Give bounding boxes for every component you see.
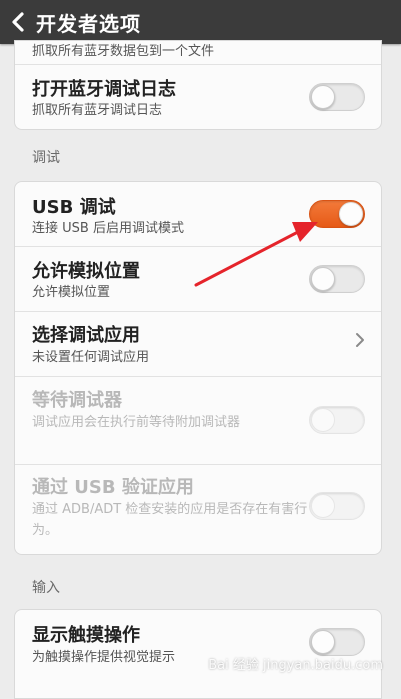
row-bt-packets-sub: 抓取所有蓝牙数据包到一个文件 (32, 44, 215, 59)
action-bar: 开发者选项 (0, 0, 401, 44)
page-title: 开发者选项 (36, 11, 141, 36)
back-arrow-icon (12, 12, 24, 32)
verify-usb-toggle[interactable] (309, 492, 365, 520)
toggle-knob (339, 202, 363, 226)
bt-log-toggle[interactable] (309, 83, 365, 111)
bluetooth-card: 抓取所有蓝牙数据包到一个文件 打开蓝牙调试日志 抓取所有蓝牙调试日志 (14, 40, 382, 130)
show-touches-title: 显示触摸操作 (32, 625, 140, 646)
mock-location-sub: 允许模拟位置 (32, 285, 111, 300)
row-select-debug-app[interactable]: 选择调试应用 未设置任何调试应用 (15, 312, 381, 377)
verify-usb-sub: 通过 ADB/ADT 检查安装的应用是否存在有害行为。 (32, 502, 308, 538)
row-verify-usb[interactable]: 通过 USB 验证应用 通过 ADB/ADT 检查安装的应用是否存在有害行为。 (15, 465, 381, 554)
usb-debug-title: USB 调试 (32, 197, 116, 218)
row-bt-packets[interactable]: 抓取所有蓝牙数据包到一个文件 (15, 41, 381, 65)
row-wait-debugger[interactable]: 等待调试器 调试应用会在执行前等待附加调试器 (15, 377, 381, 465)
mock-location-title: 允许模拟位置 (32, 261, 140, 282)
usb-debug-sub: 连接 USB 后启用调试模式 (32, 221, 184, 236)
row-usb-debug[interactable]: USB 调试 连接 USB 后启用调试模式 (15, 182, 381, 247)
bt-log-title: 打开蓝牙调试日志 (32, 79, 176, 100)
verify-usb-title: 通过 USB 验证应用 (32, 477, 194, 498)
select-debug-app-title: 选择调试应用 (32, 325, 140, 346)
wait-debugger-toggle[interactable] (309, 406, 365, 434)
toggle-knob (311, 494, 335, 518)
mock-location-toggle[interactable] (309, 265, 365, 293)
wait-debugger-title: 等待调试器 (32, 390, 122, 411)
section-label-input: 输入 (32, 580, 60, 596)
usb-debug-toggle[interactable] (309, 200, 365, 228)
debug-card: USB 调试 连接 USB 后启用调试模式 允许模拟位置 允许模拟位置 选择调试… (14, 181, 382, 555)
row-bt-log[interactable]: 打开蓝牙调试日志 抓取所有蓝牙调试日志 (15, 65, 381, 129)
show-touches-toggle[interactable] (309, 628, 365, 656)
show-touches-sub: 为触摸操作提供视觉提示 (32, 650, 176, 665)
wait-debugger-sub: 调试应用会在执行前等待附加调试器 (32, 415, 241, 430)
back-button[interactable] (0, 0, 36, 44)
toggle-knob (311, 267, 335, 291)
toggle-knob (311, 85, 335, 109)
bt-log-sub: 抓取所有蓝牙调试日志 (32, 103, 163, 118)
select-debug-app-sub: 未设置任何调试应用 (32, 350, 150, 365)
section-label-debug: 调试 (32, 150, 60, 166)
row-mock-location[interactable]: 允许模拟位置 允许模拟位置 (15, 247, 381, 312)
chevron-right-icon (356, 333, 364, 347)
watermark-logo: Bai 经验 jingyan.baidu.com (208, 658, 383, 673)
toggle-knob (311, 630, 335, 654)
toggle-knob (311, 408, 335, 432)
